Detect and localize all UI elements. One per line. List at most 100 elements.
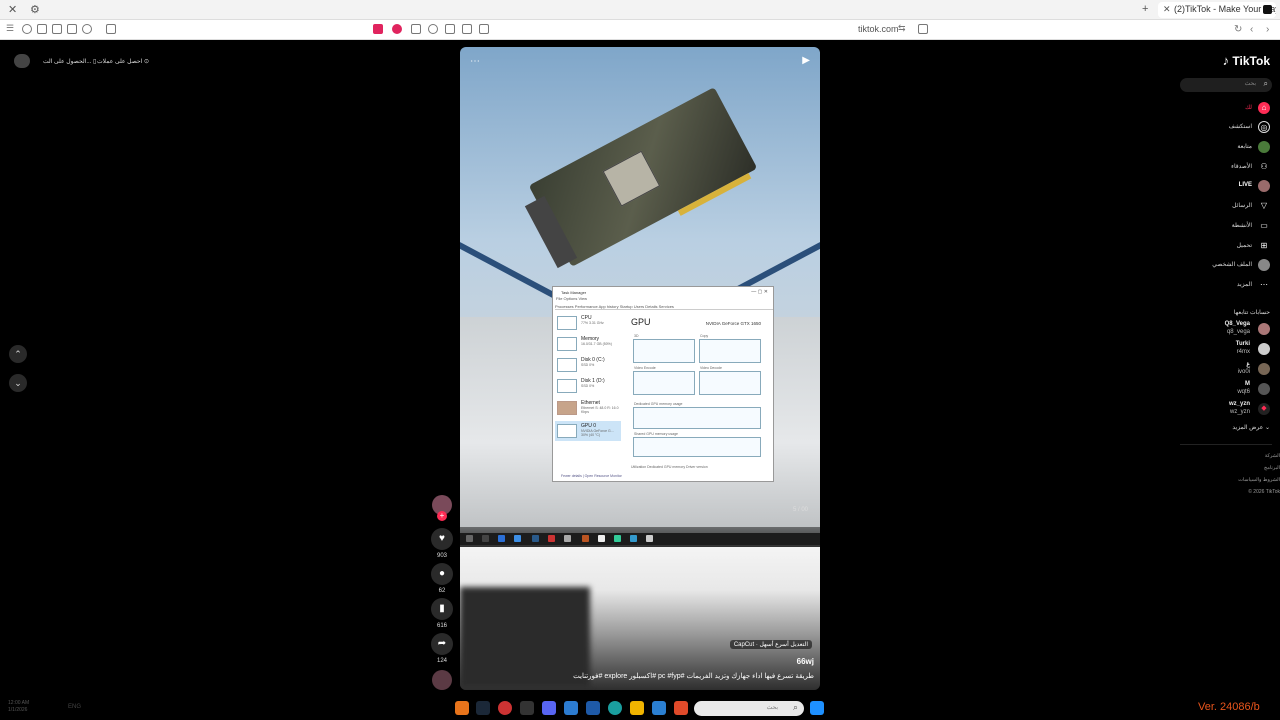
sidebar-icon[interactable] bbox=[67, 24, 77, 34]
crop-icon[interactable] bbox=[479, 24, 489, 34]
tm-graph-shared: Shared GPU memory usage bbox=[633, 432, 761, 457]
tiktok-logo[interactable]: ♪ TikTok bbox=[1223, 53, 1270, 68]
back-arrow-icon[interactable]: ‹ bbox=[1250, 24, 1253, 35]
menu-icon[interactable]: ☰ bbox=[6, 23, 16, 33]
video-author[interactable]: 66wj bbox=[797, 657, 814, 666]
video-player[interactable]: ⋯ ▶ Task Manager — ▢ ✕ File Options View… bbox=[460, 47, 820, 690]
like-heart-icon[interactable]: ♥ bbox=[431, 528, 453, 550]
tm-menu: File Options View bbox=[556, 296, 588, 301]
tabs-icon[interactable] bbox=[106, 24, 116, 34]
comment-icon[interactable]: ● bbox=[431, 563, 453, 585]
app-icon[interactable] bbox=[586, 701, 600, 715]
location-icon[interactable] bbox=[22, 24, 32, 34]
save-count: 616 bbox=[436, 623, 447, 629]
app-icon[interactable] bbox=[498, 701, 512, 715]
footer-link-program[interactable]: البرنامج bbox=[1264, 465, 1280, 471]
avatar bbox=[1258, 323, 1270, 335]
upload-icon: ⊞ bbox=[1260, 241, 1268, 250]
edit-icon[interactable] bbox=[37, 24, 47, 34]
capcut-badge[interactable]: CapCut · التعديل أسرع أسهل bbox=[729, 640, 812, 649]
tm-item-gpu: GPU 0 NVIDIA GeForce G... 30% (40 °C) bbox=[555, 421, 621, 441]
footer-link-company[interactable]: الشركة bbox=[1265, 453, 1280, 459]
followed-account[interactable]: ◆ wz_yzn wz_yzn bbox=[1180, 401, 1270, 419]
footer-link-terms[interactable]: الشروط والسياسات bbox=[1238, 477, 1280, 483]
discord-icon[interactable] bbox=[542, 701, 556, 715]
tm-title: Task Manager bbox=[561, 290, 587, 295]
tab-close-icon[interactable]: ✕ bbox=[1163, 4, 1171, 15]
address-bar[interactable]: tiktok.com bbox=[858, 24, 899, 34]
followed-account[interactable]: Turki r4mx bbox=[1180, 341, 1270, 359]
comment-count: 62 bbox=[438, 588, 446, 594]
browser-tab[interactable]: ✕ (2)TikTok - Make Your Day bbox=[1158, 2, 1276, 18]
bookmark-icon[interactable] bbox=[918, 24, 928, 34]
app-icon[interactable] bbox=[455, 701, 469, 715]
get-coins-button[interactable]: احصل على عملات ⊙ bbox=[97, 58, 149, 65]
taskbar-search[interactable]: بحث ⌕ bbox=[694, 701, 804, 716]
mail-icon[interactable] bbox=[564, 701, 578, 715]
followed-account[interactable]: Q8_Vega q8_vega bbox=[1180, 321, 1270, 339]
file-explorer-icon[interactable] bbox=[630, 701, 644, 715]
translate-icon[interactable]: ⇆ bbox=[898, 23, 908, 33]
steam-icon[interactable] bbox=[476, 701, 490, 715]
nav-messages[interactable]: ▽ الرسائل bbox=[1180, 199, 1270, 213]
nav-live[interactable]: LIVE bbox=[1180, 179, 1270, 193]
nav-for-you[interactable]: ⌂ لك bbox=[1180, 101, 1270, 115]
tm-footer: Fewer details | Open Resource Monitor bbox=[561, 474, 622, 478]
settings-icon[interactable]: ⚙ bbox=[30, 3, 40, 16]
app-icon[interactable] bbox=[520, 701, 534, 715]
brave-rewards-icon[interactable] bbox=[392, 24, 402, 34]
nav-following[interactable]: متابعة bbox=[1180, 140, 1270, 154]
nav-explore[interactable]: ◎ استكشف bbox=[1180, 120, 1270, 134]
video-menu-icon[interactable]: ⋯ bbox=[470, 56, 480, 67]
tm-sidebar: CPU 77% 3.31 GHz Memory 16.0/31.7 GB (50%)… bbox=[555, 313, 621, 473]
tm-item-ethernet: Ethernet Ethernet S: 48.0 R: 16.0 Kbps bbox=[555, 398, 621, 418]
volume-icon[interactable]: ▶ bbox=[802, 55, 810, 66]
followed-account[interactable]: Mwqt6 bbox=[1180, 381, 1270, 399]
browser-toolbar: ☰ tiktok.com ⇆ ↻ ‹ › bbox=[0, 20, 1280, 40]
nav-more[interactable]: ⋯ المزيد bbox=[1180, 278, 1270, 292]
nav-friends[interactable]: ⚇ الأصدقاء bbox=[1180, 160, 1270, 174]
taskbar-language[interactable]: ENG bbox=[68, 704, 81, 710]
get-app-button[interactable]: الحصول على الت... ▯ bbox=[43, 58, 96, 65]
nav-activity[interactable]: ▭ الأنشطة bbox=[1180, 219, 1270, 233]
sound-disc-icon[interactable] bbox=[432, 670, 452, 690]
friends-icon: ⚇ bbox=[1260, 162, 1268, 171]
next-video-button[interactable]: ⌄ bbox=[9, 374, 27, 392]
music-icon[interactable] bbox=[82, 24, 92, 34]
user-avatar[interactable] bbox=[14, 54, 30, 68]
avatar bbox=[1258, 343, 1270, 355]
tm-graph-dedicated: Dedicated GPU memory usage bbox=[633, 402, 761, 429]
store-icon[interactable] bbox=[652, 701, 666, 715]
windows-taskbar: 12:00 AM 1/1/2026 ENG بحث ⌕ bbox=[0, 697, 1280, 720]
shield-icon[interactable] bbox=[373, 24, 383, 34]
search-input[interactable]: بحث ⌕ bbox=[1180, 78, 1272, 92]
share-icon[interactable]: ➦ bbox=[431, 633, 453, 655]
forward-arrow-icon[interactable]: › bbox=[1266, 24, 1269, 35]
bookmark-save-icon[interactable]: ▮ bbox=[431, 598, 453, 620]
window-icon[interactable] bbox=[52, 24, 62, 34]
brave-icon[interactable] bbox=[674, 701, 688, 715]
video-counter: 5 / 00 bbox=[792, 507, 808, 513]
windows-start-icon[interactable] bbox=[810, 701, 824, 715]
search-icon[interactable]: ⌕ bbox=[1264, 79, 1268, 89]
new-tab-button[interactable]: + bbox=[1142, 3, 1148, 15]
activity-icon: ▭ bbox=[1260, 221, 1268, 230]
tm-stats: Utilization Dedicated GPU memory Driver … bbox=[631, 465, 708, 469]
screen-icon[interactable] bbox=[462, 24, 472, 34]
previous-video-button[interactable]: ⌃ bbox=[9, 345, 27, 363]
tm-window-controls: — ▢ ✕ bbox=[751, 289, 768, 295]
close-icon[interactable]: ✕ bbox=[8, 3, 17, 16]
tm-graph-encode: Video Encode bbox=[633, 366, 695, 395]
chat-icon[interactable] bbox=[428, 24, 438, 34]
follow-plus-icon[interactable]: + bbox=[437, 511, 447, 521]
nav-profile[interactable]: الملف الشخصي bbox=[1180, 258, 1270, 272]
following-icon bbox=[1258, 141, 1270, 153]
pen-icon[interactable] bbox=[445, 24, 455, 34]
reload-icon[interactable]: ↻ bbox=[1234, 24, 1242, 35]
tab-title: (2)TikTok - Make Your Day bbox=[1174, 4, 1276, 14]
nav-upload[interactable]: ⊞ تحميل bbox=[1180, 239, 1270, 253]
back-icon[interactable] bbox=[411, 24, 421, 34]
edge-icon[interactable] bbox=[608, 701, 622, 715]
followed-account[interactable]: غ ivo0i bbox=[1180, 361, 1270, 379]
see-more-link[interactable]: عرض المزيد ⌄ bbox=[1232, 424, 1270, 431]
